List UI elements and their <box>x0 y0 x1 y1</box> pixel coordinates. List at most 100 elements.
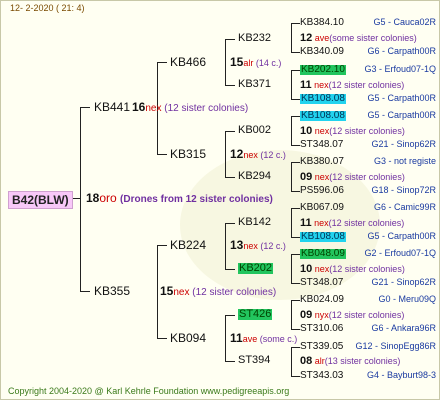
gen4-id-11[interactable]: ST348.07 <box>300 278 343 288</box>
gen2-num-0: 15 <box>230 55 244 69</box>
gen2-breed-0: alr <box>243 58 254 68</box>
gen3-id-0[interactable]: KB232 <box>238 33 271 44</box>
gen2-breed-3: ave <box>242 334 258 344</box>
gen4-loc-7: G18 - Sinop72R <box>371 185 436 195</box>
gen3-num-0: 12 <box>300 32 313 44</box>
gen4-loc-4: G5 - Carpath00R <box>367 110 436 120</box>
gen3-id-1[interactable]: KB371 <box>238 79 271 90</box>
gen3-id-2[interactable]: KB002 <box>238 125 271 136</box>
gen4-loc-13: G6 - Ankara96R <box>371 323 436 333</box>
gen4-id-5[interactable]: ST348.07 <box>300 140 343 150</box>
gen2-num-2: 13 <box>230 238 244 252</box>
gen3-id-3[interactable]: KB294 <box>238 171 271 182</box>
gen2-note-2: (12 c.) <box>260 241 286 251</box>
gen4-id-4[interactable]: KB108.08 <box>300 111 346 121</box>
gen4-loc-0: G5 - Cauca02R <box>373 17 436 27</box>
gen2-note-3: (some c.) <box>259 334 298 344</box>
gen4-loc-6: G3 - not registe <box>373 156 436 166</box>
gen2-num-1: 12 <box>230 147 244 161</box>
gen3-num-2: 10 <box>300 125 313 137</box>
gen2-note-0: (14 c.) <box>255 58 282 68</box>
gen4-loc-2: G3 - Erfoud07-1Q <box>364 64 436 74</box>
gen3-info-5: 10 nex(12 sister colonies) <box>300 264 405 275</box>
gen4-id-6[interactable]: KB380.07 <box>300 157 344 167</box>
gen1-info-1: 15nex (12 sister colonies) <box>160 285 276 298</box>
gen4-id-7[interactable]: PS596.06 <box>300 186 344 196</box>
gen2-info-3: 11ave (some c.) <box>230 332 297 344</box>
gen4-id-14[interactable]: ST339.05 <box>300 342 343 352</box>
gen3-num-7: 08 <box>300 355 313 367</box>
gen2-info-0: 15alr (14 c.) <box>230 56 281 68</box>
gen1-num-0: 16 <box>132 100 146 114</box>
gen1-id-1[interactable]: KB355 <box>94 285 130 297</box>
date-header: 12- 2-2020 ( 21: 4) <box>10 3 85 13</box>
gen2-note-1: (12 c.) <box>260 150 286 160</box>
gen1-breed-1: nex <box>173 287 190 298</box>
gen2-breed-1: nex <box>243 150 258 160</box>
gen4-id-12[interactable]: KB024.09 <box>300 295 344 305</box>
gen4-id-15[interactable]: ST343.03 <box>300 371 343 381</box>
gen4-id-1[interactable]: KB340.09 <box>300 47 344 57</box>
gen4-id-13[interactable]: ST310.06 <box>300 324 343 334</box>
gen3-note-5: (12 sister colonies) <box>329 264 405 274</box>
gen3-breed-2: nex <box>314 126 330 136</box>
gen4-id-8[interactable]: KB067.09 <box>300 203 344 213</box>
gen4-loc-12: G0 - Meru09Q <box>378 294 436 304</box>
gen3-num-1: 11 <box>300 79 312 91</box>
gen3-info-3: 09 nex(12 sister colonies) <box>300 172 405 183</box>
gen4-loc-10: G2 - Erfoud07-1Q <box>364 248 436 258</box>
gen3-num-4: 11 <box>300 217 312 229</box>
gen3-breed-7: alr <box>314 356 325 366</box>
gen2-breed-2: nex <box>243 241 258 251</box>
gen3-info-6: 09 nyx(12 sister colonies) <box>300 310 404 321</box>
gen3-note-0: (some sister colonies) <box>329 33 417 43</box>
gen4-loc-3: G5 - Carpath00R <box>367 93 436 103</box>
gen3-note-7: (13 sister colonies) <box>324 356 401 366</box>
gen3-id-6[interactable]: ST426 <box>238 309 273 320</box>
gen4-loc-1: G6 - Carpath00R <box>367 46 436 56</box>
gen3-breed-0: ave <box>314 33 330 43</box>
gen2-id-2[interactable]: KB224 <box>170 239 206 251</box>
gen3-id-5[interactable]: KB202 <box>238 263 274 274</box>
gen4-id-10[interactable]: KB048.09 <box>300 249 346 259</box>
root-num: 18 <box>86 191 100 205</box>
gen3-id-4[interactable]: KB142 <box>238 217 271 228</box>
gen2-info-1: 12nex (12 c.) <box>230 148 286 160</box>
root-note: (Drones from 12 sister colonies) <box>120 194 273 205</box>
gen3-num-3: 09 <box>300 171 313 183</box>
gen3-info-0: 12 ave(some sister colonies) <box>300 33 417 44</box>
copyright-footer: Copyright 2004-2020 @ Karl Kehrle Founda… <box>8 386 290 396</box>
gen4-loc-5: G21 - Sinop62R <box>371 139 436 149</box>
gen2-info-2: 13nex (12 c.) <box>230 239 286 251</box>
root-drone-info: 18oro (Drones from 12 sister colonies) <box>86 192 273 205</box>
gen3-breed-6: nyx <box>314 310 329 320</box>
gen3-breed-1: nex <box>314 80 329 90</box>
gen1-note-0: (12 sister colonies) <box>164 103 249 114</box>
root-queen-id[interactable]: B42(BLW) <box>8 191 73 209</box>
gen2-id-3[interactable]: KB094 <box>170 332 206 344</box>
gen3-note-4: (12 sister colonies) <box>328 218 405 228</box>
gen3-info-1: 11 nex(12 sister colonies) <box>300 80 404 91</box>
gen4-id-9[interactable]: KB108.08 <box>300 232 346 242</box>
gen2-num-3: 11 <box>230 331 243 345</box>
gen4-loc-11: G21 - Sinop62R <box>371 277 436 287</box>
gen2-id-1[interactable]: KB315 <box>170 148 206 160</box>
gen4-id-0[interactable]: KB384.10 <box>300 18 344 28</box>
gen3-id-7[interactable]: ST394 <box>238 355 270 366</box>
gen3-info-4: 11 nex(12 sister colonies) <box>300 218 404 229</box>
gen4-loc-15: G4 - Bayburt98-3 <box>366 370 436 380</box>
gen2-id-0[interactable]: KB466 <box>170 56 206 68</box>
gen3-breed-3: nex <box>314 172 330 182</box>
gen3-breed-5: nex <box>314 264 330 274</box>
gen1-id-0[interactable]: KB441 <box>94 101 130 113</box>
gen4-loc-8: G6 - Camic99R <box>373 202 436 212</box>
gen4-id-2[interactable]: KB202.10 <box>300 65 346 75</box>
gen4-loc-14: G12 - SinopEgg86R <box>355 341 436 351</box>
gen3-breed-4: nex <box>314 218 329 228</box>
gen3-info-2: 10 nex(12 sister colonies) <box>300 126 405 137</box>
gen3-note-6: (12 sister colonies) <box>328 310 405 320</box>
gen3-info-7: 08 alr(13 sister colonies) <box>300 356 400 367</box>
gen4-loc-9: G5 - Carpath00R <box>367 231 436 241</box>
gen4-id-3[interactable]: KB108.08 <box>300 94 346 104</box>
gen3-note-2: (12 sister colonies) <box>329 126 405 136</box>
